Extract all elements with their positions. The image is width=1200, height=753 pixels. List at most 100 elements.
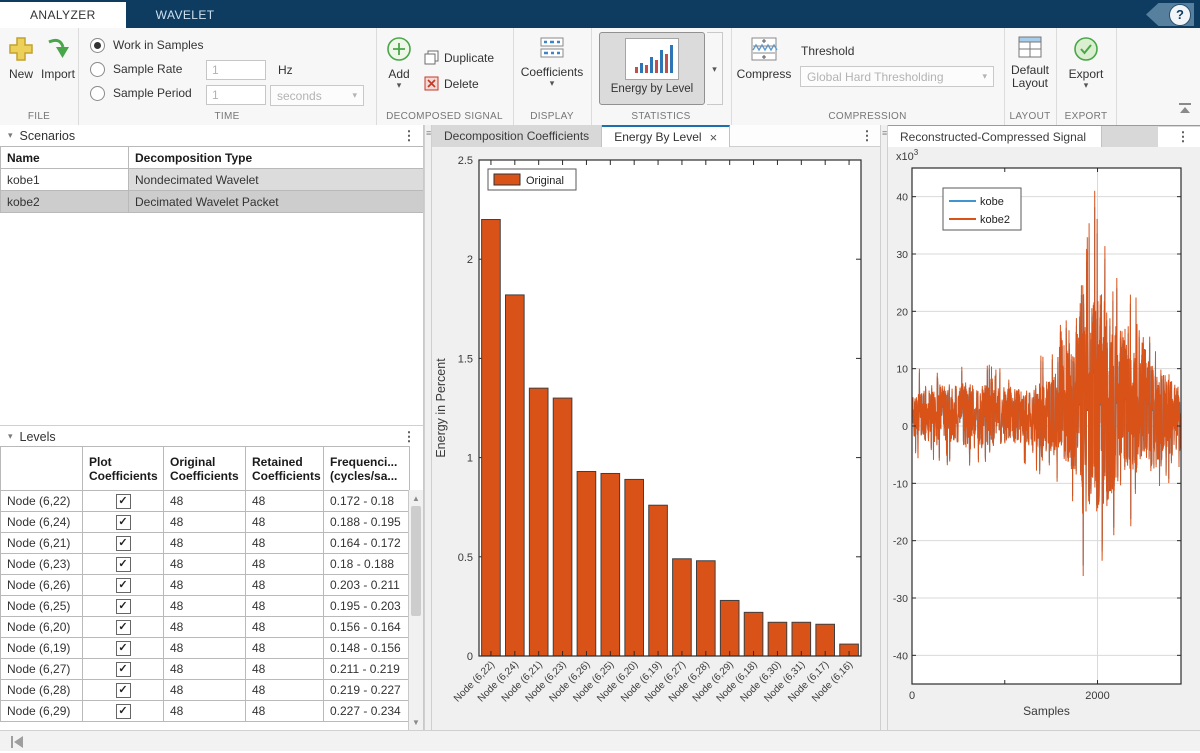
panel-splitter-right[interactable]: ≡	[880, 125, 888, 730]
levels-row[interactable]: Node (6,19)✓48480.148 - 0.156	[1, 638, 410, 659]
plot-coefficients-checkbox[interactable]: ✓	[116, 515, 131, 530]
levels-col-Frequenci...[interactable]: Frequenci...(cycles/sa...	[324, 447, 410, 491]
add-button[interactable]: Add ▾	[382, 36, 416, 89]
sample-period-unit-dropdown[interactable]: seconds ▾	[270, 85, 364, 106]
svg-text:-10: -10	[893, 478, 908, 490]
tab-energy-by-level[interactable]: Energy By Level×	[602, 125, 730, 147]
threshold-dropdown[interactable]: Global Hard Thresholding ▾	[800, 66, 994, 87]
plot-coefficients-checkbox[interactable]: ✓	[116, 683, 131, 698]
plot-coefficients-checkbox[interactable]: ✓	[116, 620, 131, 635]
app-tab-analyzer[interactable]: ANALYZER	[0, 2, 126, 28]
energy-by-level-button[interactable]: Energy by Level	[599, 32, 705, 105]
collapse-panel-icon[interactable]	[10, 735, 24, 753]
levels-header[interactable]: ▾ Levels ⋮	[0, 425, 424, 447]
plot-coefficients-checkbox[interactable]: ✓	[116, 536, 131, 551]
original-coefficients-cell: 48	[164, 638, 246, 659]
levels-row[interactable]: Node (6,28)✓48480.219 - 0.227	[1, 680, 410, 701]
scenario-row-kobe2[interactable]: kobe2Decimated Wavelet Packet	[1, 191, 425, 213]
levels-col-Original[interactable]: OriginalCoefficients	[164, 447, 246, 491]
levels-col-node[interactable]	[1, 447, 83, 491]
levels-row[interactable]: Node (6,29)✓48480.227 - 0.234	[1, 701, 410, 722]
kebab-menu-icon[interactable]: ⋮	[402, 429, 416, 445]
levels-row[interactable]: Node (6,24)✓48480.188 - 0.195	[1, 512, 410, 533]
svg-text:kobe2: kobe2	[980, 214, 1010, 226]
export-button[interactable]: Export ▾	[1066, 36, 1106, 89]
scenario-type-cell[interactable]: Nondecimated Wavelet	[129, 169, 425, 191]
ribbon-section-compression: Compress Threshold Global Hard Threshold…	[731, 28, 1005, 125]
scenarios-col-name[interactable]: Name	[1, 147, 129, 169]
app-tab-wavelet[interactable]: WAVELET	[126, 2, 245, 28]
duplicate-icon	[424, 50, 439, 65]
node-cell: Node (6,26)	[1, 575, 83, 596]
levels-row[interactable]: Node (6,26)✓48480.203 - 0.211	[1, 575, 410, 596]
plot-coefficients-checkbox[interactable]: ✓	[116, 599, 131, 614]
levels-row[interactable]: Node (6,25)✓48480.195 - 0.203	[1, 596, 410, 617]
plot-coefficients-checkbox[interactable]: ✓	[116, 557, 131, 572]
close-icon[interactable]: ×	[710, 130, 718, 145]
levels-row[interactable]: Node (6,22)✓48480.172 - 0.18	[1, 491, 410, 512]
levels-row[interactable]: Node (6,23)✓48480.18 - 0.188	[1, 554, 410, 575]
minimize-ribbon-icon[interactable]	[1178, 101, 1192, 119]
original-coefficients-cell: 48	[164, 596, 246, 617]
kebab-menu-icon[interactable]: ⋮	[1176, 129, 1190, 145]
time-section-label: TIME	[78, 111, 376, 122]
duplicate-button[interactable]: Duplicate	[424, 50, 494, 65]
kebab-menu-icon[interactable]: ⋮	[402, 128, 416, 144]
new-button[interactable]: New	[5, 36, 37, 81]
file-section-label: FILE	[0, 111, 78, 122]
compress-label: Compress	[737, 68, 792, 81]
node-cell: Node (6,20)	[1, 617, 83, 638]
scenario-name-cell[interactable]: kobe1	[1, 169, 129, 191]
energy-by-level-icon	[625, 38, 679, 80]
scrollbar-thumb[interactable]	[411, 506, 421, 616]
scenarios-header[interactable]: ▾ Scenarios ⋮	[0, 125, 424, 146]
levels-row[interactable]: Node (6,20)✓48480.156 - 0.164	[1, 617, 410, 638]
bar-Node (6,25)	[601, 473, 620, 656]
tab-reconstructed-compressed-signal[interactable]: Reconstructed-Compressed Signal	[888, 126, 1102, 148]
plot-coefficients-checkbox[interactable]: ✓	[116, 578, 131, 593]
delete-button[interactable]: Delete	[424, 76, 479, 91]
scenarios-col-type[interactable]: Decomposition Type	[129, 147, 425, 169]
radio-work-in-samples[interactable]: Work in Samples	[90, 36, 203, 54]
tab-decomposition-coefficients[interactable]: Decomposition Coefficients	[432, 125, 602, 147]
plot-coefficients-checkbox[interactable]: ✓	[116, 704, 131, 719]
levels-col-Retained[interactable]: RetainedCoefficients	[246, 447, 324, 491]
node-cell: Node (6,25)	[1, 596, 83, 617]
compress-button[interactable]: Compress	[735, 36, 793, 81]
coefficients-button[interactable]: Coefficients ▾	[516, 36, 588, 87]
plot-coefficients-checkbox[interactable]: ✓	[116, 641, 131, 656]
retained-coefficients-cell: 48	[246, 554, 324, 575]
kebab-menu-icon[interactable]: ⋮	[860, 128, 874, 144]
levels-col-Plot[interactable]: PlotCoefficients	[83, 447, 164, 491]
frequencies-cell: 0.148 - 0.156	[324, 638, 410, 659]
radio-sample-rate[interactable]: Sample Rate	[90, 60, 182, 78]
levels-row[interactable]: Node (6,21)✓48480.164 - 0.172	[1, 533, 410, 554]
levels-scrollbar[interactable]: ▲ ▼	[408, 490, 423, 730]
default-layout-button[interactable]: DefaultLayout	[1006, 36, 1054, 90]
coefficients-icon	[539, 36, 565, 63]
svg-text:0: 0	[902, 421, 908, 433]
import-icon	[45, 36, 71, 65]
radio-sample-period[interactable]: Sample Period	[90, 84, 192, 102]
svg-text:-30: -30	[893, 593, 908, 605]
import-button[interactable]: Import	[40, 36, 76, 81]
default-layout-label-1: Default	[1011, 63, 1049, 77]
sample-rate-input[interactable]: 1	[206, 60, 266, 80]
statistics-section-label: STATISTICS	[591, 111, 731, 122]
scenario-name-cell[interactable]: kobe2	[1, 191, 129, 213]
svg-text:0: 0	[909, 690, 915, 702]
scroll-down-icon[interactable]: ▼	[409, 715, 423, 729]
sample-period-input[interactable]: 1	[206, 85, 266, 105]
levels-row[interactable]: Node (6,27)✓48480.211 - 0.219	[1, 659, 410, 680]
scroll-up-icon[interactable]: ▲	[409, 491, 423, 505]
plot-coefficients-checkbox[interactable]: ✓	[116, 494, 131, 509]
chevron-down-icon: ▾	[352, 90, 357, 101]
scenario-row-kobe1[interactable]: kobe1Nondecimated Wavelet	[1, 169, 425, 191]
statistics-dropdown-button[interactable]: ▾	[707, 32, 723, 105]
retained-coefficients-cell: 48	[246, 659, 324, 680]
scenario-type-cell[interactable]: Decimated Wavelet Packet	[129, 191, 425, 213]
collapse-triangle-icon[interactable]: ▾	[8, 431, 13, 442]
collapse-triangle-icon[interactable]: ▾	[8, 130, 13, 141]
panel-splitter-left[interactable]: ≡	[424, 125, 432, 730]
plot-coefficients-checkbox[interactable]: ✓	[116, 662, 131, 677]
